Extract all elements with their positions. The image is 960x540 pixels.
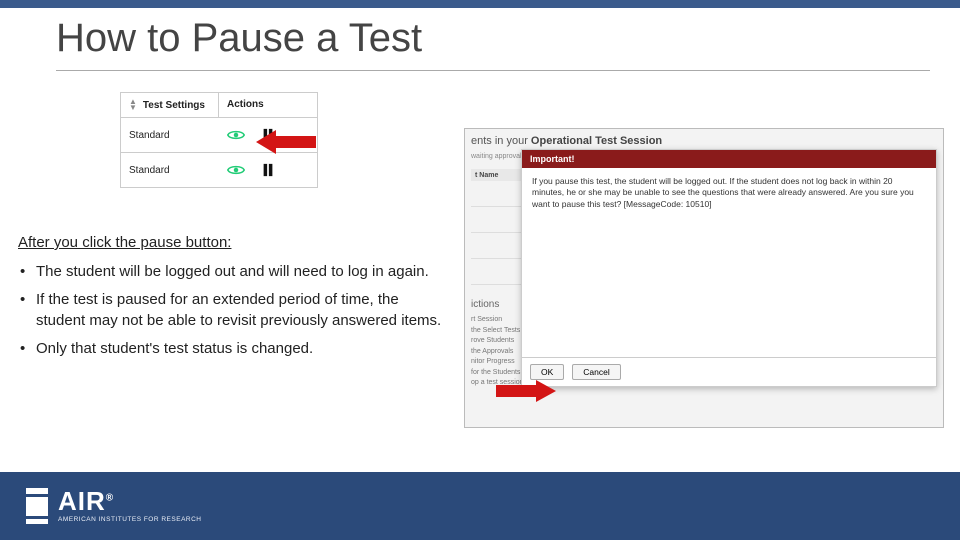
pause-icon[interactable] (259, 163, 277, 177)
top-accent-bar (0, 0, 960, 8)
view-icon[interactable] (227, 163, 245, 177)
table-row: Standard (121, 153, 317, 187)
view-icon[interactable] (227, 128, 245, 142)
ok-button[interactable]: OK (530, 364, 564, 380)
list-item: The student will be logged out and will … (18, 262, 448, 282)
title-rule (56, 70, 930, 71)
registered-icon: ® (106, 493, 114, 504)
settings-value: Standard (121, 155, 219, 186)
bullet-list: The student will be logged out and will … (18, 254, 448, 367)
list-item: If the test is paused for an extended pe… (18, 290, 448, 331)
dialog-footer: OK Cancel (522, 358, 936, 386)
dialog-body: If you pause this test, the student will… (522, 168, 936, 358)
cancel-button[interactable]: Cancel (572, 364, 620, 380)
arrow-annotation-icon (496, 380, 556, 402)
logo-text: AIR (58, 486, 106, 516)
sort-icon: ▲▼ (129, 99, 137, 111)
settings-value: Standard (121, 120, 219, 151)
dialog-title: Important! (522, 150, 936, 168)
air-logo: AIR® AMERICAN INSTITUTES FOR RESEARCH (26, 488, 201, 524)
instructions-heading: ictions (471, 299, 499, 310)
logo-column-icon (26, 488, 48, 524)
bg-subtext: waiting approval (471, 153, 522, 160)
confirm-pause-dialog: Important! If you pause this test, the s… (521, 149, 937, 387)
footer-bar: AIR® AMERICAN INSTITUTES FOR RESEARCH (0, 472, 960, 540)
col-actions: Actions (219, 93, 317, 117)
arrow-annotation-icon (256, 130, 316, 154)
logo-subtext: AMERICAN INSTITUTES FOR RESEARCH (58, 517, 201, 524)
bg-title: ents in your Operational Test Session (471, 135, 937, 147)
col-test-settings: Test Settings (143, 100, 205, 111)
slide-title: How to Pause a Test (56, 16, 422, 61)
subheading: After you click the pause button: (18, 234, 231, 251)
list-item: Only that student's test status is chang… (18, 339, 448, 359)
